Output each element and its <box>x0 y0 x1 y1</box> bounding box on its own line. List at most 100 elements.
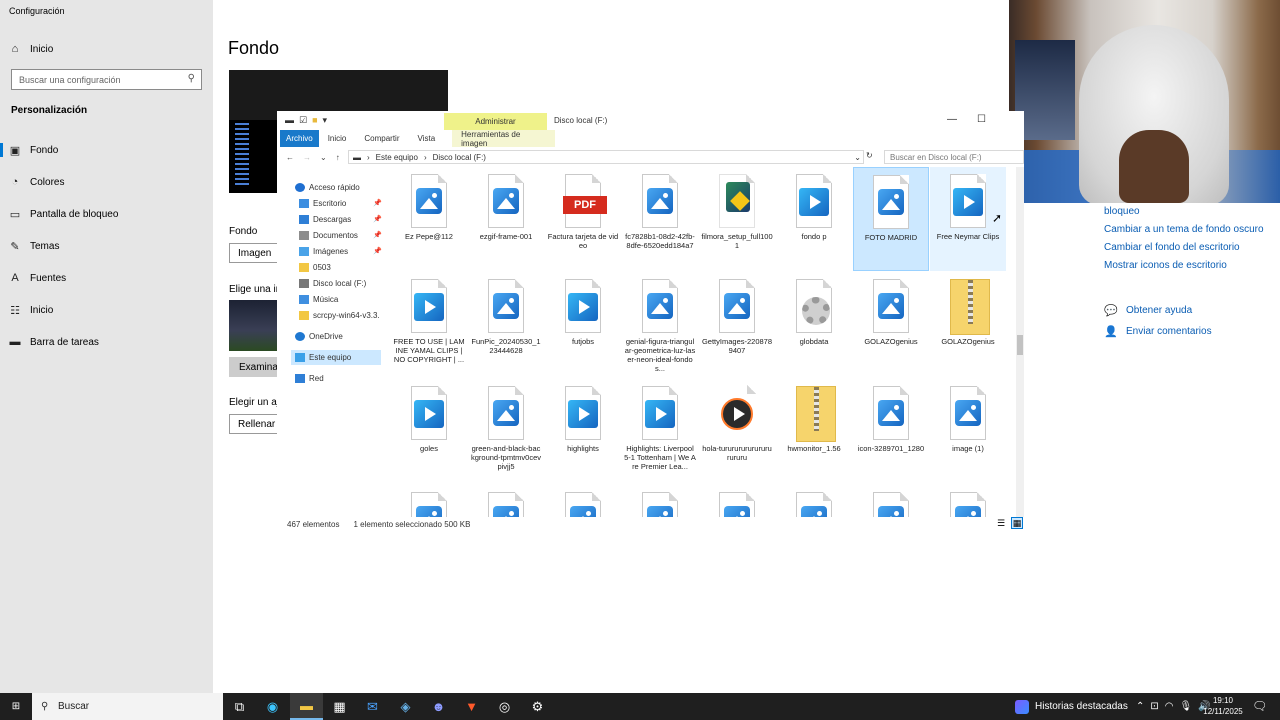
tab-compartir[interactable]: Compartir <box>355 134 408 143</box>
title-bar[interactable]: ▬ ☑ ■ ▾ Administrar Disco local (F:) — ☐ <box>277 111 1024 130</box>
wifi-icon[interactable]: ◠ <box>1165 701 1174 712</box>
sidebar-item-fonts[interactable]: A Fuentes <box>0 264 213 292</box>
minimize-icon[interactable]: — <box>947 114 957 125</box>
file-item[interactable] <box>776 485 852 517</box>
file-item[interactable]: filmora_setup_full1001 <box>699 167 775 271</box>
tab-inicio[interactable]: Inicio <box>319 134 356 143</box>
notification-icon[interactable]: 🗨 <box>1252 699 1267 713</box>
file-item[interactable]: image (1) <box>930 379 1006 483</box>
sidebar-item-start[interactable]: ☷ Inicio <box>0 296 213 324</box>
file-item[interactable]: FunPic_20240530_123444628 <box>468 272 544 376</box>
toolbar-dropdown-icon[interactable]: ▾ <box>323 115 328 126</box>
discord-icon[interactable]: ☻ <box>422 693 455 720</box>
steam-icon[interactable]: ◈ <box>389 693 422 720</box>
tab-vista[interactable]: Vista <box>409 134 445 143</box>
sidebar-item-home[interactable]: ⌂ Inicio <box>0 35 213 63</box>
file-item[interactable]: GettyImages-2208789407 <box>699 272 775 376</box>
related-link-lock[interactable]: bloqueo <box>1104 206 1140 217</box>
file-item[interactable]: futjobs <box>545 272 621 376</box>
file-explorer-icon[interactable]: ▬ <box>290 693 323 720</box>
file-item[interactable]: green-and-black-background-tpmtmv0cevpiv… <box>468 379 544 483</box>
sidebar-item-lock-screen[interactable]: ▭ Pantalla de bloqueo <box>0 200 213 228</box>
sidebar-item-fondo[interactable]: ▣ Fondo <box>0 136 213 164</box>
file-item[interactable] <box>622 485 698 517</box>
nav-item-2[interactable]: Descargas <box>299 212 351 227</box>
nav-item-6[interactable]: Disco local (F:) <box>299 276 366 291</box>
forward-icon[interactable]: → <box>303 153 311 162</box>
large-icons-view-icon[interactable]: ▦ <box>1011 517 1023 529</box>
file-item[interactable]: PDF Factura tarjeta de video <box>545 167 621 271</box>
nav-item-3[interactable]: Documentos <box>299 228 358 243</box>
sidebar-item-colores[interactable]: ◔ Colores <box>0 168 213 196</box>
nav-item-10[interactable]: Este equipo <box>295 350 351 365</box>
sidebar-item-taskbar[interactable]: ▬ Barra de tareas <box>0 328 213 356</box>
new-folder-icon[interactable]: ■ <box>312 115 317 126</box>
file-item[interactable]: fc7828b1-08d2-42fb-8dfe-6520edd184a7 <box>622 167 698 271</box>
related-link-desktop-icons[interactable]: Mostrar iconos de escritorio <box>1104 260 1227 271</box>
clock[interactable]: 19:10 12/11/2025 <box>1199 695 1247 717</box>
news-widget[interactable]: Historias destacadas <box>1015 693 1128 720</box>
file-item[interactable] <box>468 485 544 517</box>
chevron-down-icon[interactable]: ⌄ <box>854 153 861 162</box>
file-item[interactable]: hwmonitor_1.56 <box>776 379 852 483</box>
taskbar-search[interactable]: ⚲ Buscar <box>32 693 223 720</box>
microphone-icon[interactable]: 🎙 <box>1180 701 1193 712</box>
file-item[interactable]: highlights <box>545 379 621 483</box>
outlook-icon[interactable]: ✉ <box>356 693 389 720</box>
address-bar[interactable]: ▬ › Este equipo › Disco local (F:) ⌄ <box>348 150 864 164</box>
details-view-icon[interactable]: ☰ <box>995 517 1007 529</box>
file-item[interactable] <box>699 485 775 517</box>
file-item[interactable]: ezgif-frame-001 <box>468 167 544 271</box>
file-item[interactable] <box>391 485 467 517</box>
scrollbar-thumb[interactable] <box>1017 335 1023 355</box>
nav-item-7[interactable]: Música <box>299 292 338 307</box>
file-item[interactable]: fondo p <box>776 167 852 271</box>
obs-icon[interactable]: ◎ <box>488 693 521 720</box>
file-item[interactable]: Highlights: Liverpool 5-1 Tottenham | We… <box>622 379 698 483</box>
get-help-link[interactable]: 💬 Obtener ayuda <box>1104 304 1192 317</box>
back-icon[interactable]: ← <box>286 153 294 162</box>
properties-icon[interactable]: ☑ <box>299 115 307 126</box>
file-item[interactable]: goles <box>391 379 467 483</box>
nav-item-8[interactable]: scrcpy-win64-v3.3. <box>299 308 380 323</box>
nav-item-11[interactable]: Red <box>295 371 324 386</box>
chevron-up-icon[interactable]: ⌃ <box>1136 701 1144 712</box>
file-item[interactable] <box>930 485 1006 517</box>
browse-button[interactable]: Examinar <box>229 357 281 377</box>
nav-item-9[interactable]: OneDrive <box>295 329 343 344</box>
nav-item-1[interactable]: Escritorio <box>299 196 346 211</box>
settings-search-input[interactable]: Buscar una configuración ⚲ <box>11 69 202 90</box>
maximize-icon[interactable]: ☐ <box>977 114 986 125</box>
settings-icon[interactable]: ⚙ <box>521 693 554 720</box>
file-item[interactable] <box>545 485 621 517</box>
task-view-icon[interactable]: ⧉ <box>223 693 256 720</box>
tab-archivo[interactable]: Archivo <box>280 130 319 147</box>
recent-dropdown-icon[interactable]: ⌄ <box>320 153 327 162</box>
brave-icon[interactable]: ▼ <box>455 693 488 720</box>
network-icon[interactable]: ⊡ <box>1150 701 1158 712</box>
explorer-search-input[interactable]: Buscar en Disco local (F:) <box>884 150 1024 164</box>
file-item[interactable]: GOLAZOgenius <box>930 272 1006 376</box>
image-thumbnail[interactable] <box>229 300 277 351</box>
file-item[interactable]: hola-tururururururururururu <box>699 379 775 483</box>
nav-item-5[interactable]: 0503 <box>299 260 331 275</box>
refresh-icon[interactable]: ↻ <box>866 151 873 160</box>
file-item[interactable]: FREE TO USE | LAMINE YAMAL CLIPS | NO CO… <box>391 272 467 376</box>
drive-icon[interactable]: ▬ <box>285 115 294 126</box>
related-link-dark-theme[interactable]: Cambiar a un tema de fondo oscuro <box>1104 224 1264 235</box>
sidebar-item-themes[interactable]: ✎ Temas <box>0 232 213 260</box>
file-item[interactable]: icon-3289701_1280 <box>853 379 929 483</box>
breadcrumb-this-pc[interactable]: Este equipo <box>376 153 418 162</box>
file-item[interactable]: GOLAZOgenius <box>853 272 929 376</box>
file-item[interactable]: Ez Pepe@112 <box>391 167 467 271</box>
file-item[interactable]: FOTO MADRID <box>853 167 929 271</box>
breadcrumb-drive[interactable]: Disco local (F:) <box>433 153 486 162</box>
nav-item-0[interactable]: Acceso rápido <box>295 180 360 195</box>
file-item[interactable]: genial-figura-triangular-geometrica-luz-… <box>622 272 698 376</box>
start-button[interactable]: ⊞ <box>0 693 32 720</box>
file-item[interactable] <box>853 485 929 517</box>
store-icon[interactable]: ▦ <box>323 693 356 720</box>
tab-image-tools[interactable]: Herramientas de imagen <box>452 130 556 148</box>
up-icon[interactable]: ↑ <box>336 153 340 162</box>
edge-icon[interactable]: ◉ <box>256 693 289 720</box>
